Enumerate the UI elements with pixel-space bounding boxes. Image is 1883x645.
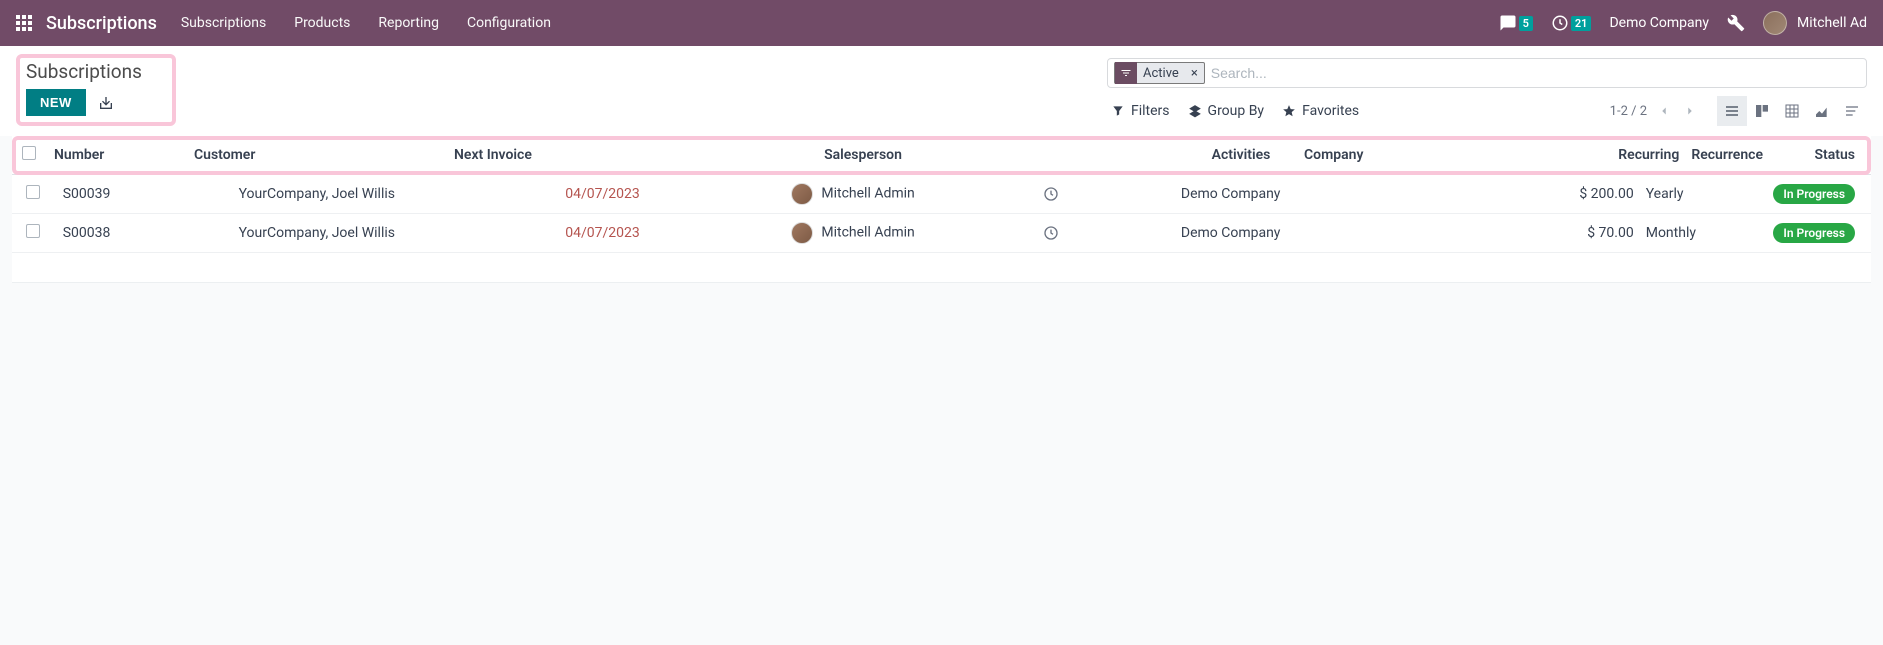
- menu-reporting[interactable]: Reporting: [378, 15, 439, 31]
- subscription-table: Number Customer Next Invoice Salesperson…: [12, 136, 1871, 283]
- view-switcher: [1717, 96, 1867, 126]
- groupby-label: Group By: [1208, 103, 1265, 119]
- table-footer-spacer: [12, 253, 1871, 283]
- cell-activity[interactable]: [1035, 214, 1173, 253]
- cell-recurrence: Monthly: [1638, 214, 1739, 253]
- cell-salesperson: Mitchell Admin: [783, 214, 1034, 253]
- app-brand: Subscriptions: [46, 13, 157, 34]
- user-avatar: [1763, 11, 1787, 35]
- cell-company: Demo Company: [1173, 214, 1525, 253]
- table-row[interactable]: S00039 YourCompany, Joel Willis 04/07/20…: [12, 175, 1871, 214]
- status-badge: In Progress: [1773, 184, 1855, 204]
- col-customer[interactable]: Customer: [186, 136, 446, 175]
- menu-products[interactable]: Products: [294, 15, 350, 31]
- row-checkbox[interactable]: [26, 224, 40, 238]
- cell-status: In Progress: [1738, 214, 1871, 253]
- company-switcher[interactable]: Demo Company: [1609, 15, 1709, 31]
- view-pivot-icon[interactable]: [1777, 96, 1807, 126]
- col-recurring[interactable]: Recurring: [1593, 136, 1683, 175]
- col-activities[interactable]: Activities: [1186, 136, 1296, 175]
- messages-badge: 5: [1519, 16, 1533, 31]
- activities-icon[interactable]: 21: [1551, 14, 1592, 32]
- pager-text: 1-2 / 2: [1610, 104, 1647, 119]
- menu-subscriptions[interactable]: Subscriptions: [181, 15, 266, 31]
- clock-icon: [1043, 225, 1165, 241]
- pager-prev[interactable]: [1655, 104, 1673, 118]
- cell-recurrence: Yearly: [1638, 175, 1739, 214]
- col-number[interactable]: Number: [46, 136, 186, 175]
- cell-next-invoice: 04/07/2023: [557, 214, 783, 253]
- avatar-icon: [791, 222, 813, 244]
- col-salesperson[interactable]: Salesperson: [816, 136, 1186, 175]
- table-row[interactable]: S00038 YourCompany, Joel Willis 04/07/20…: [12, 214, 1871, 253]
- cell-number: S00039: [55, 175, 231, 214]
- avatar-icon: [791, 183, 813, 205]
- filter-chip-active: Active ×: [1114, 62, 1205, 84]
- view-kanban-icon[interactable]: [1747, 96, 1777, 126]
- view-graph-icon[interactable]: [1807, 96, 1837, 126]
- col-company[interactable]: Company: [1296, 136, 1593, 175]
- col-recurrence[interactable]: Recurrence: [1683, 136, 1771, 175]
- cell-next-invoice: 04/07/2023: [557, 175, 783, 214]
- search-input[interactable]: [1211, 65, 1860, 81]
- apps-icon[interactable]: [16, 14, 34, 32]
- cell-salesperson: Mitchell Admin: [783, 175, 1034, 214]
- view-list-icon[interactable]: [1717, 96, 1747, 126]
- pager: 1-2 / 2: [1610, 104, 1699, 119]
- filter-chip-label: Active: [1137, 66, 1185, 81]
- cell-customer: YourCompany, Joel Willis: [231, 175, 558, 214]
- new-button[interactable]: NEW: [26, 89, 86, 116]
- pager-next[interactable]: [1681, 104, 1699, 118]
- favorites-label: Favorites: [1302, 103, 1359, 119]
- groupby-button[interactable]: Group By: [1188, 103, 1265, 119]
- search-box[interactable]: Active ×: [1107, 58, 1867, 88]
- view-cohort-icon[interactable]: [1837, 96, 1867, 126]
- download-icon[interactable]: [98, 95, 114, 111]
- clock-icon: [1043, 186, 1165, 202]
- debug-icon[interactable]: [1727, 14, 1745, 32]
- cell-customer: YourCompany, Joel Willis: [231, 214, 558, 253]
- cell-recurring: $ 200.00: [1525, 175, 1638, 214]
- cp-left-highlight: Subscriptions NEW: [16, 54, 176, 126]
- filter-chip-remove[interactable]: ×: [1185, 66, 1204, 81]
- cell-recurring: $ 70.00: [1525, 214, 1638, 253]
- cell-company: Demo Company: [1173, 175, 1525, 214]
- breadcrumb-title: Subscriptions: [26, 60, 142, 83]
- select-all-checkbox[interactable]: [22, 146, 36, 160]
- funnel-icon: [1115, 62, 1137, 84]
- top-navbar: Subscriptions Subscriptions Products Rep…: [0, 0, 1883, 46]
- cell-number: S00038: [55, 214, 231, 253]
- row-checkbox[interactable]: [26, 185, 40, 199]
- activities-badge: 21: [1571, 16, 1592, 31]
- filters-button[interactable]: Filters: [1111, 103, 1170, 119]
- control-panel: Subscriptions NEW Active ×: [0, 46, 1883, 136]
- main-menu: Subscriptions Products Reporting Configu…: [181, 15, 551, 31]
- filters-label: Filters: [1131, 103, 1170, 119]
- user-name: Mitchell Ad: [1797, 15, 1867, 31]
- cell-status: In Progress: [1738, 175, 1871, 214]
- col-next-invoice[interactable]: Next Invoice: [446, 136, 816, 175]
- messages-icon[interactable]: 5: [1499, 14, 1533, 32]
- cell-activity[interactable]: [1035, 175, 1173, 214]
- menu-configuration[interactable]: Configuration: [467, 15, 551, 31]
- status-badge: In Progress: [1773, 223, 1855, 243]
- favorites-button[interactable]: Favorites: [1282, 103, 1359, 119]
- col-status[interactable]: Status: [1771, 136, 1871, 175]
- user-menu[interactable]: Mitchell Ad: [1763, 11, 1867, 35]
